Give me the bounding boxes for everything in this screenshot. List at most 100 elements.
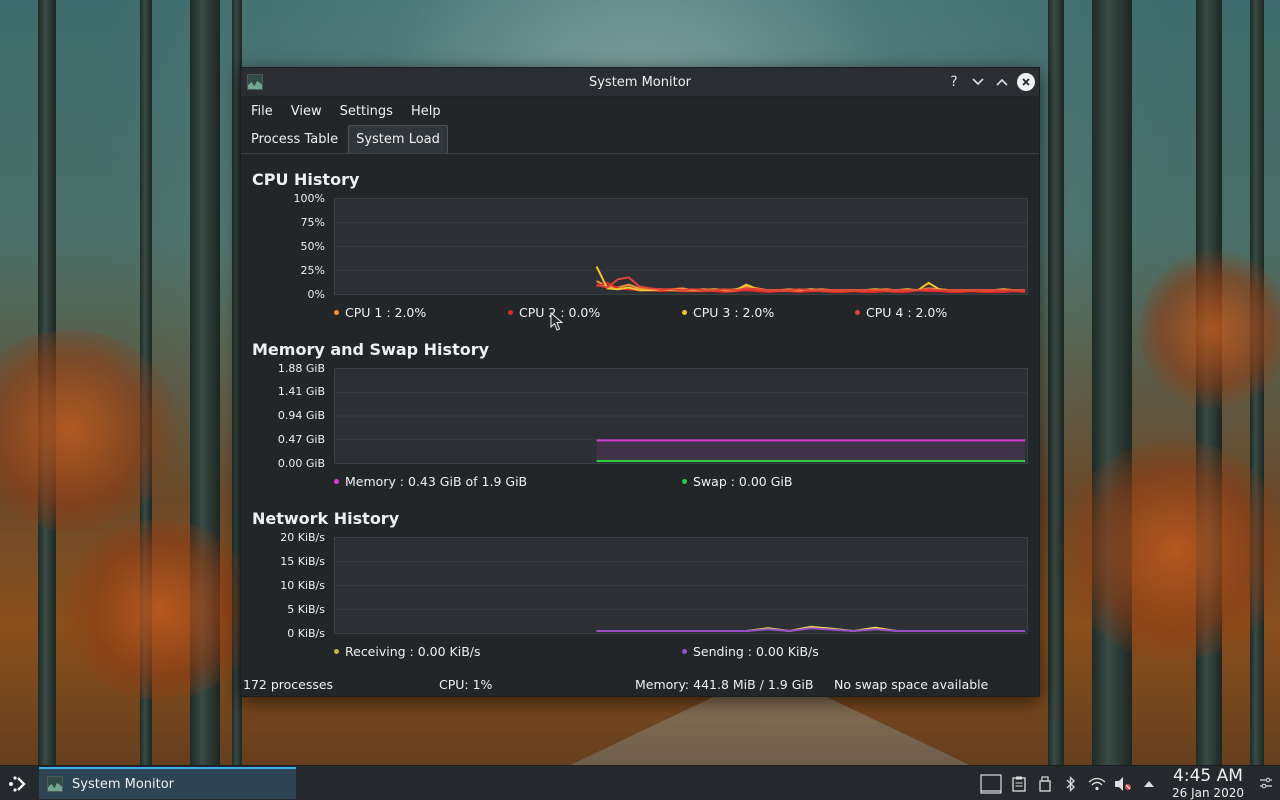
panel-settings-icon bbox=[1260, 777, 1272, 789]
help-button[interactable]: ? bbox=[945, 72, 963, 92]
network-y-tick: 20 KiB/s bbox=[280, 531, 325, 544]
close-icon bbox=[1022, 78, 1030, 86]
show-desktop-button[interactable] bbox=[978, 773, 1004, 795]
memory-y-tick: 0.00 GiB bbox=[277, 457, 325, 470]
cpu-4-label: CPU 4 : 2.0% bbox=[866, 305, 948, 320]
cpu-y-tick: 75% bbox=[300, 216, 325, 229]
sending-legend-item: Sending : 0.00 KiB/s bbox=[682, 644, 819, 659]
chevron-down-icon bbox=[972, 78, 984, 86]
cpu-y-tick: 100% bbox=[293, 192, 325, 205]
clipboard-button[interactable] bbox=[1008, 773, 1030, 795]
taskbar-task-system-monitor[interactable]: System Monitor bbox=[39, 767, 296, 799]
wifi-icon bbox=[1088, 777, 1106, 790]
legend-dot bbox=[334, 310, 339, 315]
cpu-y-tick: 25% bbox=[300, 264, 325, 277]
legend-dot bbox=[334, 479, 339, 484]
memory-legend: Memory : 0.43 GiB of 1.9 GiB Swap : 0.00… bbox=[334, 474, 1034, 492]
clock-time: 4:45 AM bbox=[1173, 766, 1243, 786]
memory-label: Memory : 0.43 GiB of 1.9 GiB bbox=[345, 474, 528, 489]
legend-dot bbox=[682, 310, 687, 315]
network-y-tick: 15 KiB/s bbox=[280, 555, 325, 568]
wallpaper-foliage bbox=[1060, 440, 1280, 660]
wallpaper-foliage bbox=[60, 520, 260, 700]
system-monitor-app-icon[interactable] bbox=[247, 74, 263, 90]
minimize-button[interactable] bbox=[969, 72, 987, 92]
wallpaper-foliage bbox=[0, 330, 180, 530]
memory-history-plot bbox=[334, 368, 1028, 464]
wallpaper-path bbox=[560, 690, 980, 770]
cpu-1-label: CPU 1 : 2.0% bbox=[345, 305, 427, 320]
tab-process-table[interactable]: Process Table bbox=[243, 125, 346, 153]
network-button[interactable] bbox=[1086, 773, 1108, 795]
window-titlebar[interactable]: System Monitor ? bbox=[241, 68, 1039, 97]
menu-settings[interactable]: Settings bbox=[334, 100, 399, 123]
swap-status: No swap space available bbox=[834, 677, 989, 692]
removable-devices-button[interactable] bbox=[1034, 773, 1056, 795]
memory-y-tick: 0.47 GiB bbox=[277, 433, 325, 446]
volume-button[interactable] bbox=[1112, 773, 1134, 795]
legend-dot bbox=[334, 649, 339, 654]
system-load-panel: CPU History 100% 75% 50% 25% 0% CPU 1 : … bbox=[241, 154, 1039, 674]
close-button[interactable] bbox=[1017, 73, 1035, 91]
receiving-legend-item: Receiving : 0.00 KiB/s bbox=[334, 644, 481, 659]
task-label: System Monitor bbox=[72, 776, 175, 792]
system-tray bbox=[976, 766, 1162, 800]
cpu-y-tick: 50% bbox=[300, 240, 325, 253]
maximize-button[interactable] bbox=[993, 72, 1011, 92]
tray-expand-button[interactable] bbox=[1138, 773, 1160, 795]
chevron-up-icon bbox=[996, 78, 1008, 86]
memory-y-tick: 1.88 GiB bbox=[277, 362, 325, 375]
chart-canvas bbox=[335, 392, 1027, 462]
mouse-cursor-icon bbox=[550, 312, 564, 331]
network-legend: Receiving : 0.00 KiB/s Sending : 0.00 Ki… bbox=[334, 644, 1034, 662]
cpu-legend-item: CPU 1 : 2.0% bbox=[334, 305, 426, 320]
application-launcher-icon bbox=[9, 776, 26, 792]
bluetooth-icon bbox=[1066, 775, 1075, 792]
legend-dot bbox=[682, 649, 687, 654]
memory-y-axis: 1.88 GiB 1.41 GiB 0.94 GiB 0.47 GiB 0.00… bbox=[241, 362, 325, 470]
clipboard-icon bbox=[1012, 776, 1026, 792]
menu-view[interactable]: View bbox=[285, 100, 328, 123]
panel-options-button[interactable] bbox=[1255, 772, 1277, 794]
bluetooth-button[interactable] bbox=[1060, 773, 1082, 795]
volume-muted-icon bbox=[1115, 776, 1131, 791]
network-history-plot bbox=[334, 537, 1028, 634]
usb-drive-icon bbox=[1039, 775, 1051, 792]
network-y-tick: 5 KiB/s bbox=[287, 603, 325, 616]
sending-label: Sending : 0.00 KiB/s bbox=[693, 644, 819, 659]
menu-help[interactable]: Help bbox=[405, 100, 447, 123]
menu-file[interactable]: File bbox=[245, 100, 279, 123]
window-controls: ? bbox=[945, 72, 1035, 92]
taskbar: System Monitor 4:45 AM 26 Jan 2020 bbox=[0, 765, 1280, 800]
tab-bar: Process Table System Load bbox=[241, 125, 1039, 154]
wallpaper-foliage bbox=[1140, 250, 1280, 410]
network-y-tick: 10 KiB/s bbox=[280, 579, 325, 592]
series-area bbox=[596, 440, 1025, 462]
application-launcher-button[interactable] bbox=[4, 770, 32, 798]
legend-dot bbox=[855, 310, 860, 315]
tray-expand-icon bbox=[1144, 780, 1154, 787]
legend-dot bbox=[508, 310, 513, 315]
cpu-legend-item: CPU 4 : 2.0% bbox=[855, 305, 947, 320]
memory-legend-item: Memory : 0.43 GiB of 1.9 GiB bbox=[334, 474, 527, 489]
system-monitor-window: System Monitor ? File View Settings Help… bbox=[240, 67, 1040, 697]
digital-clock[interactable]: 4:45 AM 26 Jan 2020 bbox=[1168, 767, 1248, 800]
show-desktop-icon bbox=[980, 773, 1002, 794]
memory-y-tick: 1.41 GiB bbox=[277, 385, 325, 398]
memory-y-tick: 0.94 GiB bbox=[277, 409, 325, 422]
menu-bar: File View Settings Help bbox=[241, 97, 1039, 125]
legend-dot bbox=[682, 479, 687, 484]
cpu-status: CPU: 1% bbox=[439, 677, 493, 692]
swap-legend-item: Swap : 0.00 GiB bbox=[682, 474, 792, 489]
cpu-history-title: CPU History bbox=[252, 170, 360, 189]
receiving-label: Receiving : 0.00 KiB/s bbox=[345, 644, 481, 659]
cpu-history-plot bbox=[334, 198, 1028, 295]
cpu-3-label: CPU 3 : 2.0% bbox=[693, 305, 775, 320]
process-count: 172 processes bbox=[243, 677, 334, 692]
wallpaper-tree bbox=[1048, 0, 1064, 765]
tab-system-load[interactable]: System Load bbox=[348, 125, 448, 153]
cpu-legend-item: CPU 3 : 2.0% bbox=[682, 305, 774, 320]
cpu-y-axis: 100% 75% 50% 25% 0% bbox=[241, 192, 325, 301]
memory-history-title: Memory and Swap History bbox=[252, 340, 490, 359]
cpu-legend: CPU 1 : 2.0% CPU 2 : 0.0% CPU 3 : 2.0% C… bbox=[334, 305, 1034, 323]
